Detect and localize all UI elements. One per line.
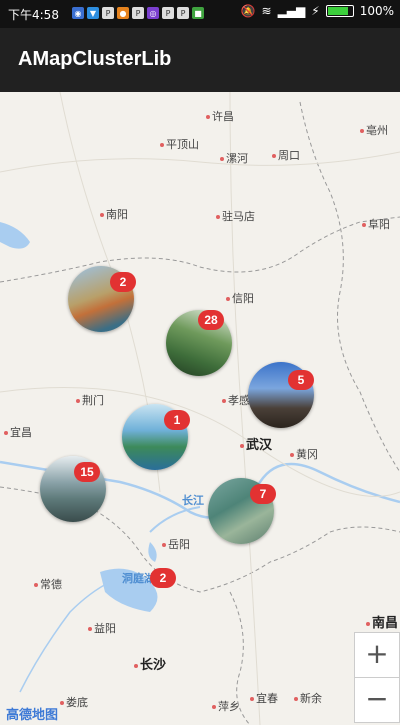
lake-shape [148,542,157,562]
province-boundary [0,216,400,283]
app-notification-icon: P [102,7,114,19]
charging-icon: ⚡ [311,4,320,18]
city-label: 武汉 [240,434,272,453]
app-notification-icon: ■ [192,7,204,19]
app-bar: AMapClusterLib [0,28,400,92]
city-label: 益阳 [88,620,116,636]
cluster-count-badge: 28 [198,310,224,330]
status-bar: 下午4:58 ◉ ▼ P ● P ◎ P P ■ 🔕 ≋ ▂▄▆ ⚡ 100% [0,0,400,28]
notification-icons: ◉ ▼ P ● P ◎ P P ■ [72,7,204,19]
river-line [19,581,111,693]
city-label: 平顶山 [160,136,199,152]
map-provider-logo: 高德地图 [6,708,59,723]
city-label: 宜春 [250,690,278,706]
city-label: 娄底 [60,694,88,710]
city-label: 周口 [272,147,300,163]
zoom-in-button[interactable]: + [354,632,400,678]
city-label: 孝感 [222,392,250,408]
app-notification-icon: ● [117,7,129,19]
city-label: 漯河 [220,150,248,166]
river-line [149,506,201,533]
zoom-out-button[interactable]: − [354,677,400,723]
city-label: 宜昌 [4,424,32,440]
map-base-layer [0,92,400,725]
road-line [0,151,400,173]
battery-percent: 100% [359,4,394,18]
lake-shape [0,222,30,249]
app-notification-icon: ◎ [147,7,159,19]
cluster-count-badge: 5 [288,370,314,390]
province-boundary [299,101,400,473]
app-notification-icon: ▼ [87,7,99,19]
city-label: 黄冈 [290,446,318,462]
app-notification-icon: P [162,7,174,19]
city-label: 南昌 [366,612,398,631]
cluster-count-badge: 15 [74,462,100,482]
wifi-icon: ≋ [261,4,272,18]
city-label: 长沙 [134,654,166,673]
city-label: 许昌 [206,108,234,124]
app-notification-icon: ◉ [72,7,84,19]
city-label: 岳阳 [162,536,190,552]
cluster-count-badge[interactable]: 2 [150,568,176,588]
city-label: 新余 [294,690,322,706]
status-time: 下午4:58 [8,8,59,22]
city-label: 南阳 [100,206,128,222]
app-title: AMapClusterLib [18,48,172,70]
signal-icon: ▂▄▆ [277,4,306,18]
city-label: 驻马店 [216,208,255,224]
cluster-count-badge: 1 [164,410,190,430]
app-notification-icon: P [132,7,144,19]
city-label: 常德 [34,576,62,592]
city-label: 阜阳 [362,216,390,232]
city-label: 荆门 [76,392,104,408]
river-label: 长江 [182,494,204,507]
mute-icon: 🔕 [240,4,256,18]
cluster-count-badge: 7 [250,484,276,504]
city-label: 信阳 [226,290,254,306]
battery-icon [325,5,354,17]
city-label: 萍乡 [212,698,240,714]
app-notification-icon: P [177,7,189,19]
cluster-count-badge: 2 [110,272,136,292]
map-view[interactable]: 许昌 亳州 平顶山 漯河 周口 南阳 驻马店 阜阳 信阳 荆门 孝感 宜昌 武汉… [0,92,400,725]
city-label: 亳州 [360,122,388,138]
